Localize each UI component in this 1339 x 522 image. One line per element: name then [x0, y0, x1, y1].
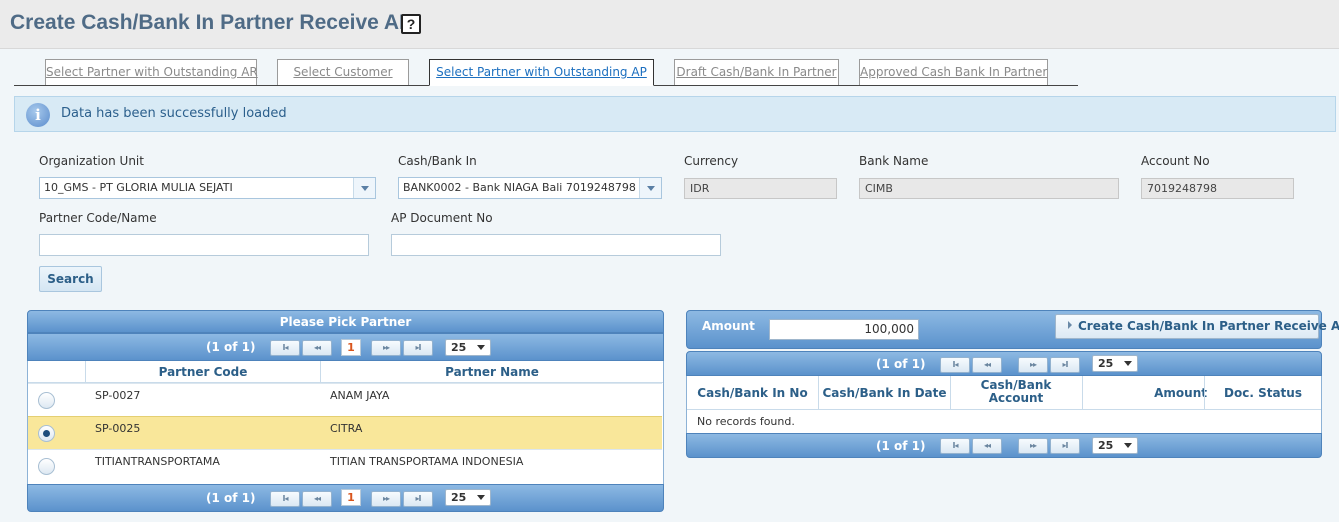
table-row[interactable]: TITIANTRANSPORTAMA TITIAN TRANSPORTAMA I… [28, 449, 662, 484]
cash-bank-top-pager: (1 of 1) I◂ ◂◂ ▸▸ ▸I 25 [686, 351, 1322, 376]
last-page-button[interactable]: ▸I [403, 340, 433, 356]
cash-bank-in-value: BANK0002 - Bank NIAGA Bali 7019248798 [403, 181, 636, 194]
cash-bank-bottom-pager: (1 of 1) I◂ ◂◂ ▸▸ ▸I 25 [686, 433, 1322, 458]
partner-table-title-bar: Please Pick Partner [27, 310, 664, 333]
prev-page-button[interactable]: ◂◂ [972, 438, 1002, 454]
partner-code-cell: SP-0025 [95, 422, 141, 435]
info-message-bar: i Data has been successfully loaded [14, 96, 1336, 132]
prev-page-button[interactable]: ◂◂ [972, 357, 1002, 373]
play-icon [1068, 321, 1072, 329]
currency-label: Currency [684, 154, 739, 168]
help-icon[interactable]: ? [401, 14, 421, 34]
column-header-doc-status[interactable]: Doc. Status [1205, 386, 1321, 400]
column-header-cash-bank-in-date[interactable]: Cash/Bank In Date [819, 386, 950, 400]
last-page-button[interactable]: ▸I [1050, 438, 1080, 454]
org-unit-select[interactable]: 10_GMS - PT GLORIA MULIA SEJATI [39, 177, 376, 199]
pager-status: (1 of 1) [876, 439, 926, 453]
column-divider [950, 376, 951, 410]
prev-page-button[interactable]: ◂◂ [302, 340, 332, 356]
partner-code-cell: SP-0027 [95, 389, 141, 402]
org-unit-value: 10_GMS - PT GLORIA MULIA SEJATI [44, 181, 233, 194]
pager-status: (1 of 1) [206, 340, 256, 354]
next-page-button[interactable]: ▸▸ [371, 340, 401, 356]
row-radio-button[interactable] [38, 458, 55, 475]
account-no-field: 7019248798 [1141, 178, 1294, 199]
chevron-down-icon[interactable] [639, 178, 661, 198]
search-button[interactable]: Search [39, 266, 102, 292]
info-icon: i [26, 103, 50, 127]
ap-document-label: AP Document No [391, 211, 493, 225]
ap-document-input[interactable] [391, 234, 721, 256]
page-number-button[interactable]: 1 [341, 489, 361, 506]
rows-per-page-select[interactable]: 25 [1092, 355, 1138, 372]
column-header-cash-bank-in-no[interactable]: Cash/Bank In No [687, 386, 818, 400]
partner-table-title: Please Pick Partner [279, 315, 412, 329]
first-page-button[interactable]: I◂ [270, 491, 300, 507]
amount-toolbar: Amount 100,000 Create Cash/Bank In Partn… [686, 310, 1339, 349]
next-page-button[interactable]: ▸▸ [1018, 357, 1048, 373]
prev-page-button[interactable]: ◂◂ [302, 491, 332, 507]
column-header-cash-bank-account[interactable]: Cash/Bank Account [973, 379, 1059, 405]
pager-status: (1 of 1) [206, 491, 256, 505]
column-header-partner-name[interactable]: Partner Name [321, 365, 663, 379]
account-no-label: Account No [1141, 154, 1210, 168]
row-radio-button[interactable] [38, 392, 55, 409]
cash-bank-in-label: Cash/Bank In [398, 154, 477, 168]
create-cash-bank-label: Create Cash/Bank In Partner Receive AP [1078, 319, 1339, 333]
partner-top-pager: (1 of 1) I◂ ◂◂ 1 ▸▸ ▸I 25 [27, 333, 664, 361]
cash-bank-table-header: Cash/Bank In No Cash/Bank In Date Cash/B… [687, 376, 1321, 410]
partner-name-cell: CITRA [330, 422, 363, 435]
last-page-button[interactable]: ▸I [1050, 357, 1080, 373]
bank-name-label: Bank Name [859, 154, 929, 168]
currency-field: IDR [684, 178, 837, 199]
first-page-button[interactable]: I◂ [940, 438, 970, 454]
org-unit-label: Organization Unit [39, 154, 144, 168]
cash-bank-in-select[interactable]: BANK0002 - Bank NIAGA Bali 7019248798 [398, 177, 662, 199]
next-page-button[interactable]: ▸▸ [1018, 438, 1048, 454]
chevron-down-icon[interactable] [353, 178, 375, 198]
partner-code-cell: TITIANTRANSPORTAMA [95, 455, 220, 468]
cash-bank-table: Cash/Bank In No Cash/Bank In Date Cash/B… [686, 376, 1322, 433]
amount-input[interactable]: 100,000 [769, 319, 919, 340]
table-row-selected[interactable]: SP-0025 CITRA [28, 416, 662, 449]
info-message: Data has been successfully loaded [61, 106, 287, 121]
first-page-button[interactable]: I◂ [940, 357, 970, 373]
page-number-button[interactable]: 1 [341, 339, 361, 356]
pager-status: (1 of 1) [876, 357, 926, 371]
tab-outstanding-ap[interactable]: Select Partner with Outstanding AP [429, 59, 654, 86]
partner-table: Partner Code Partner Name SP-0027 ANAM J… [27, 361, 664, 484]
next-page-button[interactable]: ▸▸ [371, 491, 401, 507]
column-header-amount[interactable]: Amount [1083, 386, 1207, 400]
tab-draft-cash-bank[interactable]: Draft Cash/Bank In Partner [674, 59, 839, 85]
bank-name-field: CIMB [859, 178, 1119, 199]
partner-code-input[interactable] [39, 234, 369, 256]
partner-name-cell: ANAM JAYA [330, 389, 390, 402]
partner-bottom-pager: (1 of 1) I◂ ◂◂ 1 ▸▸ ▸I 25 [27, 484, 664, 512]
column-header-partner-code[interactable]: Partner Code [86, 365, 320, 379]
partner-code-label: Partner Code/Name [39, 211, 157, 225]
tab-outstanding-ar[interactable]: Select Partner with Outstanding AR [45, 59, 258, 85]
partner-name-cell: TITIAN TRANSPORTAMA INDONESIA [330, 455, 524, 468]
page-title: Create Cash/Bank In Partner Receive AP [10, 11, 414, 34]
create-cash-bank-button[interactable]: Create Cash/Bank In Partner Receive AP [1055, 314, 1339, 339]
rows-per-page-select[interactable]: 25 [445, 339, 491, 356]
row-radio-button[interactable] [38, 425, 55, 442]
tab-select-customer[interactable]: Select Customer [277, 59, 409, 85]
rows-per-page-select[interactable]: 25 [1092, 437, 1138, 454]
last-page-button[interactable]: ▸I [403, 491, 433, 507]
first-page-button[interactable]: I◂ [270, 340, 300, 356]
table-row[interactable]: SP-0027 ANAM JAYA [28, 383, 662, 416]
tab-approved-cash-bank[interactable]: Approved Cash Bank In Partner [859, 59, 1048, 85]
empty-message: No records found. [697, 415, 795, 428]
partner-table-header: Partner Code Partner Name [28, 361, 663, 383]
amount-label: Amount [702, 319, 755, 333]
rows-per-page-select[interactable]: 25 [445, 489, 491, 506]
page-header: Create Cash/Bank In Partner Receive AP ? [0, 0, 1339, 49]
